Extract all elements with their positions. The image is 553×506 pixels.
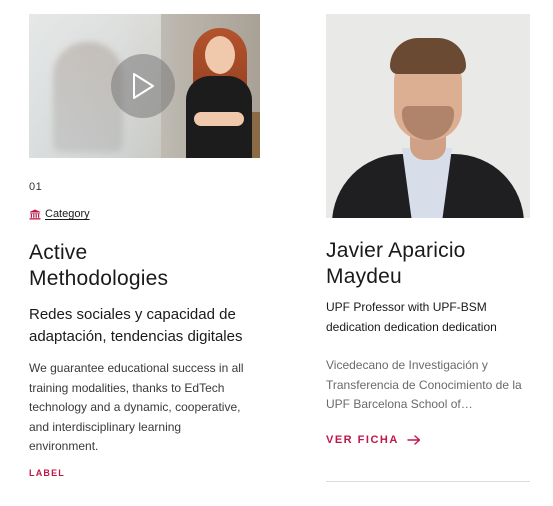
view-profile-label: VER FICHA: [326, 434, 399, 446]
professor-description: Vicedecano de Investigación y Transferen…: [326, 358, 522, 411]
play-button[interactable]: [111, 54, 175, 118]
label-link[interactable]: LABEL: [29, 468, 65, 478]
view-profile-link[interactable]: VER FICHA: [326, 434, 421, 446]
professor-name-line-2: Maydeu: [326, 265, 402, 288]
portrait-hair: [390, 38, 466, 74]
item-number: 01: [29, 181, 43, 193]
arrow-right-icon: [407, 435, 420, 445]
card-divider: [326, 481, 530, 482]
video-thumbnail[interactable]: [29, 14, 260, 158]
professor-photo: [326, 14, 530, 218]
methodology-card: 01 Category Active Methodologies Redes s…: [29, 14, 261, 478]
category-row[interactable]: Category: [29, 208, 90, 220]
card-title-line-1: Active: [29, 241, 88, 264]
speaker-face: [205, 36, 235, 74]
institution-icon: [29, 209, 41, 219]
card-description: We guarantee educational success in all …: [29, 361, 244, 453]
professor-role: UPF Professor with UPF-BSM dedication de…: [326, 300, 497, 334]
play-icon: [133, 73, 154, 99]
card-subtitle: Redes sociales y capacidad de adaptación…: [29, 306, 243, 345]
professor-card: Javier Aparicio Maydeu UPF Professor wit…: [326, 14, 530, 482]
card-title-line-2: Methodologies: [29, 267, 169, 290]
card-title: Active Methodologies: [29, 240, 168, 292]
professor-name: Javier Aparicio Maydeu: [326, 238, 466, 290]
speaker-hands: [194, 112, 244, 126]
category-link[interactable]: Category: [45, 208, 90, 220]
professor-name-line-1: Javier Aparicio: [326, 239, 466, 262]
